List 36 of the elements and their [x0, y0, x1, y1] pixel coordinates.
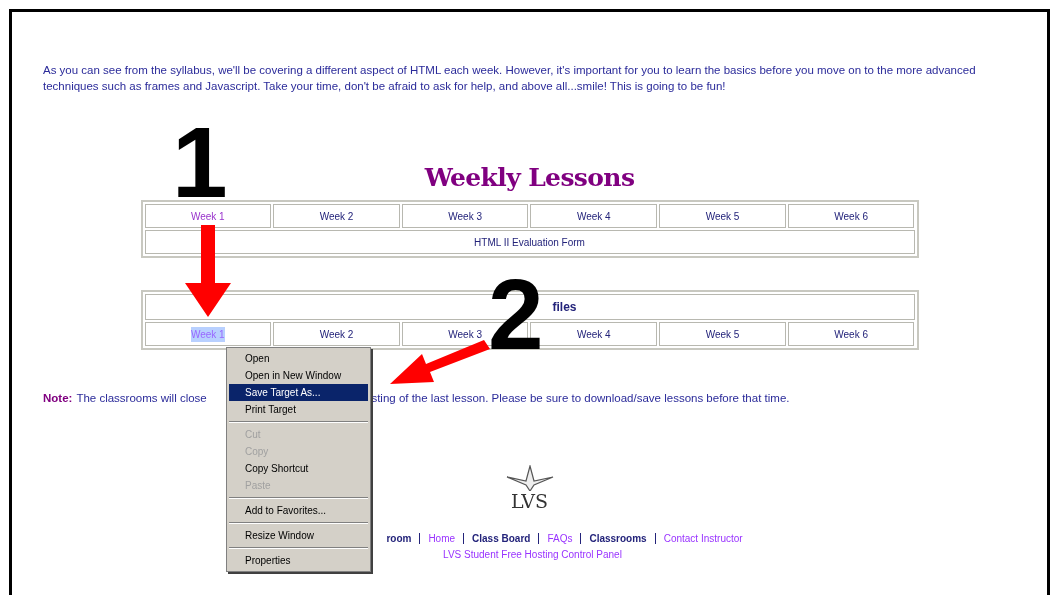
note-text: sting of the last lesson. Please be sure to download/save lessons before that time. — [371, 391, 790, 406]
week-link[interactable]: Week 3 — [448, 326, 482, 342]
week-link[interactable]: Week 2 — [273, 204, 400, 228]
section-title: Weekly Lessons — [423, 163, 636, 193]
logo: LVS — [499, 465, 560, 512]
week-link[interactable]: Week 4 — [576, 326, 611, 342]
menu-item[interactable]: Print Target — [229, 401, 368, 418]
menu-item[interactable]: Add to Favorites... — [229, 502, 368, 519]
week-link[interactable]: Week 1 — [144, 204, 272, 228]
star-leaf-icon — [504, 465, 555, 492]
week-link[interactable]: Week 6 — [787, 204, 915, 228]
table-heading: files — [552, 299, 577, 316]
menu-item[interactable]: Properties — [229, 552, 368, 569]
intro-paragraph: As you can see from the syllabus, we'll be covering a different aspect of HTML each week. However, it's important for you to learn the basics before you move on to the more advanced techniques such as frames and Javascript. Take your time, don't be afraid to ask for help, and above all...smile! This is going to be fun! — [43, 63, 977, 94]
footer-link[interactable]: Home — [428, 531, 456, 547]
menu-item[interactable]: Open in New Window — [229, 367, 368, 384]
evaluation-form-link[interactable]: HTML II Evaluation Form — [144, 230, 915, 254]
footer-link[interactable]: room — [386, 531, 412, 547]
week-link[interactable]: Week 2 — [319, 326, 354, 342]
footer-link[interactable]: Contact Instructor — [663, 531, 743, 547]
footer-link[interactable]: Classrooms — [589, 531, 647, 547]
hosting-link[interactable]: LVS Student Free Hosting Control Panel — [443, 547, 622, 563]
footer-link[interactable]: Class Board — [472, 531, 531, 547]
menu-item[interactable]: Copy Shortcut — [229, 460, 368, 477]
week-link[interactable]: Week 5 — [705, 326, 740, 342]
week-link[interactable]: Week 5 — [659, 204, 786, 228]
note-label: Note: — [43, 391, 73, 406]
week-link[interactable]: Week 6 — [834, 326, 868, 342]
footer-link[interactable]: FAQs — [547, 531, 573, 547]
week-link[interactable]: Week 4 — [530, 204, 658, 228]
annotation-number: 2 — [488, 264, 544, 364]
menu-item[interactable]: Open — [229, 350, 368, 367]
week-link[interactable]: Week 3 — [401, 204, 529, 228]
note-text: The classrooms will close — [76, 391, 208, 406]
menu-item[interactable]: Save Target As... — [229, 384, 368, 401]
menu-item[interactable]: Resize Window — [229, 527, 368, 544]
